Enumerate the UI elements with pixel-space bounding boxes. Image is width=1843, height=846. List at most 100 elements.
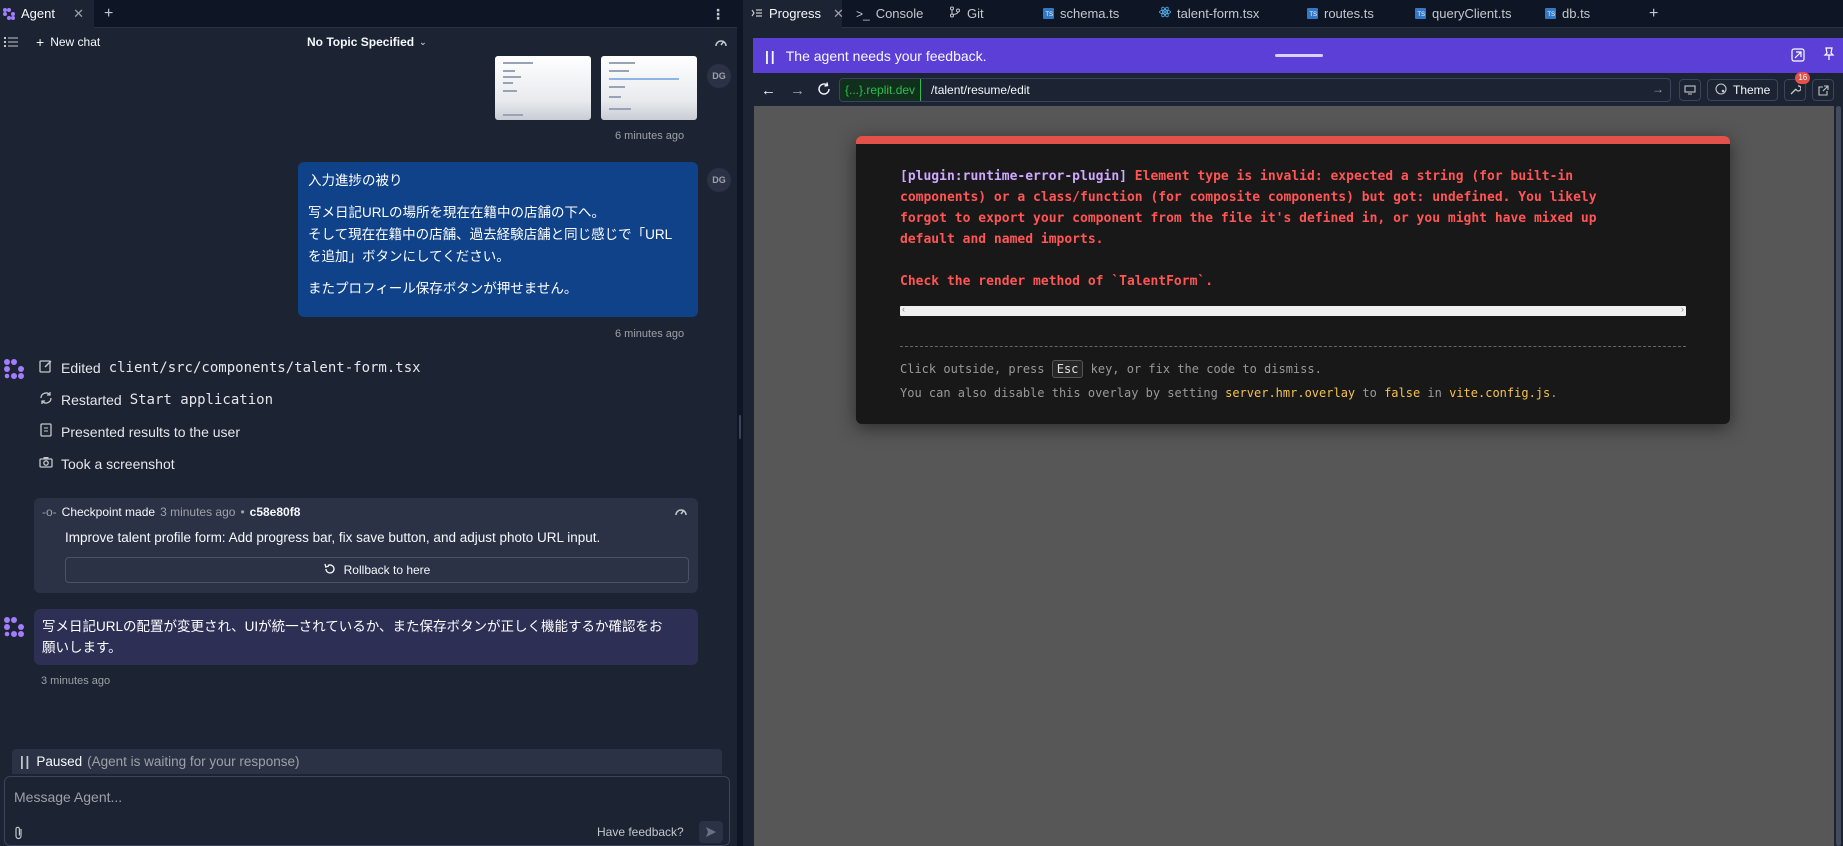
scroll-left-icon[interactable]: ‹ [902,304,905,314]
tip-text: You can also disable this overlay by set… [900,386,1226,400]
message-timestamp: 6 minutes ago [615,130,685,142]
message-line: またプロフィール保存ボタンが押せません。 [308,281,578,296]
action-label: Took a screenshot [61,455,175,472]
tab-git[interactable]: Git [937,0,1033,28]
tab-label: queryClient.ts [1432,6,1512,21]
address-bar[interactable]: {...}.replit.dev /talent/resume/edit → [839,78,1671,102]
external-link-icon[interactable] [1812,79,1835,101]
rollback-icon [324,563,336,578]
chat-toolbar: + New chat No Topic Specified ⌄ [0,28,737,56]
attach-icon[interactable] [13,826,25,843]
message-line: 入力進捗の被り [308,173,403,188]
message-timestamp: 6 minutes ago [615,328,685,340]
scroll-right-icon[interactable]: › [1681,304,1684,314]
message-line: そして現在在籍中の店舗、過去経験店舗と同じ感じで「URL [308,227,673,242]
webview-preview[interactable]: [plugin:runtime-error-plugin] Element ty… [754,106,1834,846]
action-label: Restarted [61,391,122,408]
error-line: components) or a class/function (for com… [900,190,1597,205]
action-screenshot[interactable]: Took a screenshot [39,455,175,472]
present-icon [39,423,53,440]
action-label: Edited [61,359,101,376]
action-edited[interactable]: Edited client/src/components/talent-form… [39,359,421,376]
device-icon[interactable] [1679,79,1701,101]
rollback-button[interactable]: Rollback to here [65,557,689,583]
tab-db-ts[interactable]: TS db.ts [1535,0,1639,28]
error-plugin: [plugin:runtime-error-plugin] [900,169,1127,184]
message-line: 写メ日記URLの場所を現在在籍中の店舗の下へ。 [308,205,606,220]
close-icon[interactable]: ✕ [73,6,84,22]
topic-selector[interactable]: No Topic Specified ⌄ [307,35,427,49]
feedback-banner: | | The agent needs your feedback. [753,38,1843,73]
ts-file-icon: TS [1415,8,1426,19]
drag-handle[interactable] [1275,54,1323,57]
theme-button[interactable]: Theme [1707,79,1779,101]
pause-icon[interactable]: | | [765,48,775,64]
message-input[interactable]: Message Agent... [14,789,122,805]
webview-scrollbar[interactable] [1834,106,1843,846]
tab-label: talent-form.tsx [1177,6,1260,21]
tab-label: Git [967,6,984,21]
tab-routes-ts[interactable]: TS routes.ts [1297,0,1405,28]
agent-message-bubble: 写メ日記URLの配置が変更され、UIが統一されているか、また保存ボタンが正しく機… [34,609,698,665]
checkpoint-separator: • [240,505,245,519]
new-chat-button[interactable]: + New chat [36,35,100,49]
tip-text: in [1420,386,1450,400]
devtools-badge: 16 [1795,72,1811,84]
open-url-arrow-icon[interactable]: → [1652,82,1664,96]
pause-icon[interactable]: | | [20,754,29,769]
tab-talent-form-tsx[interactable]: talent-form.tsx [1149,0,1297,28]
collapse-icon[interactable] [1791,48,1805,65]
message-line: 写メ日記URLの配置が変更され、UIが統一されているか、また保存ボタンが正しく機… [42,619,663,634]
message-composer[interactable]: Message Agent... Have feedback? [4,776,730,846]
tip-text: . [1550,386,1558,400]
checkpoint-hash[interactable]: c58e80f8 [250,505,301,519]
code-frame-scrollbar[interactable]: ‹ › [900,304,1686,316]
avatar: DG [707,64,731,88]
tab-queryclient-ts[interactable]: TS queryClient.ts [1405,0,1535,28]
tab-label: schema.ts [1060,6,1120,21]
plus-icon: + [36,34,45,50]
webview-toolbar: ← → {...}.replit.dev /talent/resume/edit… [753,72,1843,106]
action-restarted[interactable]: Restarted Start application [39,391,273,408]
back-arrow-icon[interactable]: ← [761,82,776,99]
history-list-icon[interactable] [4,36,18,48]
more-vertical-icon[interactable]: ⋮ [711,6,725,23]
checkpoint-description: Improve talent profile form: Add progres… [65,530,601,545]
screenshot-thumbnail[interactable] [495,56,591,120]
overlay-tip: Click outside, press Esc key, or fix the… [900,357,1686,381]
react-file-icon [1159,6,1171,21]
tip-setting: server.hmr.overlay [1225,386,1356,400]
usage-gauge-icon[interactable] [714,36,728,48]
error-overlay[interactable]: [plugin:runtime-error-plugin] Element ty… [856,136,1730,424]
pin-icon[interactable] [1823,47,1835,64]
tab-schema-ts[interactable]: TS schema.ts [1033,0,1149,28]
url-domain: {...}.replit.dev [840,79,922,101]
workspace-panel: Progress ✕ >_ Console Git TS schema.ts t… [743,0,1843,846]
reload-icon[interactable] [817,81,831,99]
forward-arrow-icon[interactable]: → [790,82,805,99]
paused-label: Paused [36,754,83,769]
tip-false: false [1384,386,1421,400]
workspace-tabbar: Progress ✕ >_ Console Git TS schema.ts t… [743,0,1843,28]
agent-logo-icon [4,359,24,379]
add-tab-icon[interactable]: + [104,5,113,23]
tab-console[interactable]: >_ Console [842,0,937,28]
feedback-link[interactable]: Have feedback? [597,825,684,839]
checkpoint-icon: -o- [42,505,57,519]
palette-icon [1715,82,1727,98]
send-icon[interactable] [699,821,723,843]
screenshot-thumbnail[interactable] [601,56,697,120]
git-icon [949,6,961,21]
tab-agent-label: Agent [21,6,55,21]
devtools-wrench-icon[interactable]: 16 [1784,72,1811,101]
usage-gauge-icon[interactable] [674,505,688,520]
edit-icon [39,359,53,376]
action-presented[interactable]: Presented results to the user [39,423,240,440]
overlay-tip: You can also disable this overlay by set… [900,381,1686,405]
agent-panel: Agent ✕ + ⋮ + New chat No Topic Specifie… [0,0,737,846]
add-tab-icon[interactable]: + [1649,5,1658,23]
tab-label: Progress [769,6,822,21]
ts-file-icon: TS [1307,8,1318,19]
tab-agent[interactable]: Agent ✕ [0,0,94,28]
tab-progress[interactable]: Progress ✕ [743,0,844,28]
